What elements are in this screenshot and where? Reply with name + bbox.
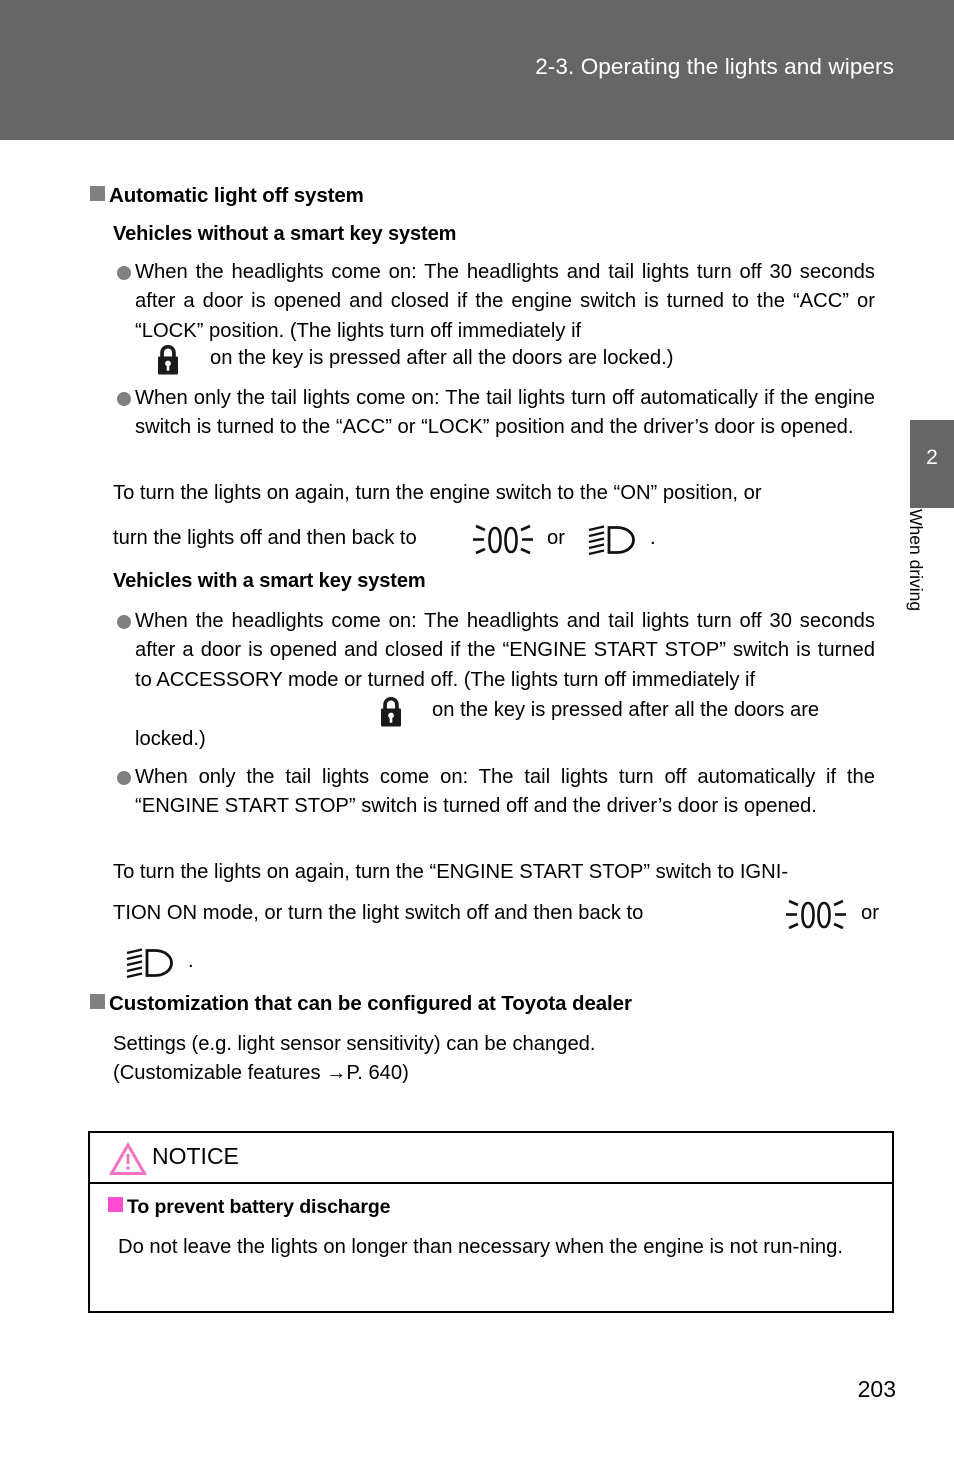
warning-triangle-icon — [109, 1142, 147, 1175]
section-bullet-square-icon — [90, 186, 105, 201]
paragraph-with-key-bullet1: When the headlights come on: The headlig… — [135, 610, 875, 691]
paragraph-with-key-bullet2: When only the tail lights come on: The t… — [135, 766, 875, 818]
lock-icon — [158, 345, 178, 375]
lock-icon — [381, 697, 401, 727]
list-bullet-dot-icon — [117, 615, 131, 629]
section-heading-text: Customization that can be configured at … — [109, 992, 632, 1015]
list-bullet-dot-icon — [117, 771, 131, 785]
closing-period-2: . — [188, 950, 194, 972]
list-bullet-dot-icon — [117, 392, 131, 406]
paragraph-with-key-closing-line2: TION ON mode, or turn the light switch o… — [113, 902, 644, 924]
paragraph-without-key-closing-line2: turn the lights off and then back to — [113, 527, 417, 549]
closing-or-label-2: or — [861, 902, 879, 924]
notice-subheading: To prevent battery discharge — [108, 1196, 391, 1219]
paragraph-without-key-closing-line1: To turn the lights on again, turn the en… — [113, 482, 762, 504]
chapter-tab-label: When driving — [906, 509, 926, 612]
paragraph-with-key-bullet1-end: locked.) — [135, 728, 206, 750]
paragraph-text: When the headlights come on: The headlig… — [135, 261, 875, 342]
subheading-vehicles-without-smart-key: Vehicles without a smart key system — [113, 223, 457, 245]
section-bullet-square-icon — [90, 994, 105, 1009]
section-heading-automatic-light-off: Automatic light off system — [90, 184, 364, 208]
notice-body-text: Do not leave the lights on longer than n… — [118, 1236, 843, 1258]
closing-period-1: . — [650, 527, 656, 549]
closing-or-label-1: or — [547, 527, 565, 549]
section-heading-customization: Customization that can be configured at … — [90, 992, 632, 1016]
chapter-tab-number: 2 — [926, 446, 938, 469]
paragraph-with-key-closing-line1: To turn the lights on again, turn the “E… — [113, 861, 789, 883]
notice-title: NOTICE — [152, 1143, 239, 1169]
paragraph-without-key-bullet2: When only the tail lights come on: The t… — [135, 387, 875, 439]
section-heading-text: Automatic light off system — [109, 184, 364, 207]
headlight-symbol-icon — [126, 948, 173, 979]
paragraph-without-key-bullet1-cont: on the key is pressed after all the door… — [210, 347, 674, 369]
chapter-tab: 2 — [910, 420, 954, 508]
paragraph-with-key-bullet1-cont: on the key is pressed after all the door… — [432, 699, 820, 721]
notice-box: NOTICE To prevent battery discharge Do n… — [88, 1131, 894, 1313]
parking-light-symbol-icon — [786, 899, 846, 930]
headlight-symbol-icon — [588, 525, 635, 556]
page-header-bar: 2-3. Operating the lights and wipers — [0, 0, 954, 140]
notice-header: NOTICE — [90, 1133, 892, 1184]
paragraph-customization-line1: Settings (e.g. light sensor sensitivity)… — [113, 1033, 596, 1055]
notice-subheading-text: To prevent battery discharge — [127, 1196, 391, 1218]
parking-light-symbol-icon — [473, 524, 533, 555]
list-bullet-dot-icon — [117, 266, 131, 280]
page-header-title: 2-3. Operating the lights and wipers — [535, 54, 894, 79]
paragraph-customization-line2: (Customizable features →P. 640) — [113, 1062, 409, 1084]
notice-bullet-square-icon — [108, 1197, 123, 1212]
paragraph-without-key-bullet1: When the headlights come on: The headlig… — [135, 258, 875, 346]
page-number: 203 — [857, 1376, 896, 1402]
subheading-vehicles-with-smart-key: Vehicles with a smart key system — [113, 570, 426, 592]
